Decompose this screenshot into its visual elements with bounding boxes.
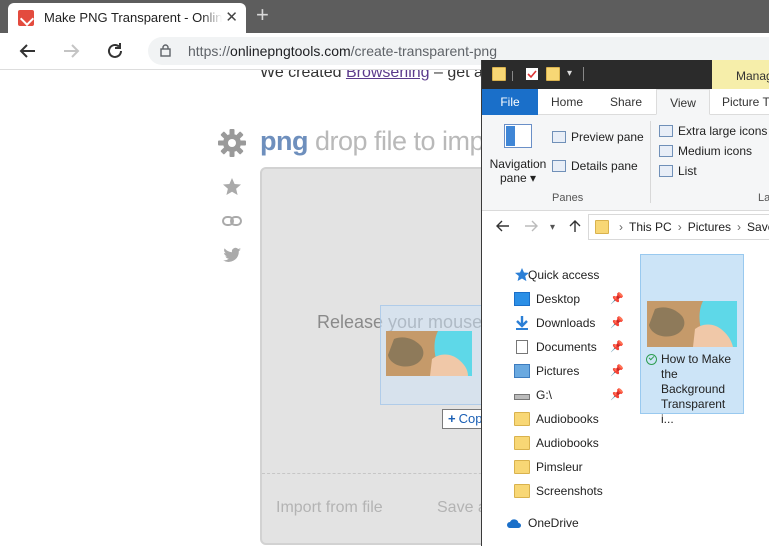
extra-large-icons-option[interactable]: Extra large icons (659, 124, 767, 138)
tree-item-onedrive[interactable]: OneDrive (500, 512, 624, 534)
layout-group-label: Layout (758, 192, 769, 204)
file-name-label: How to Make the Background Transparent i… (661, 352, 732, 426)
recent-locations-icon[interactable]: ▾ (550, 222, 555, 233)
tree-item-downloads[interactable]: Downloads 📌 (508, 312, 632, 334)
list-icon (659, 165, 673, 177)
pin-icon: 📌 (610, 293, 624, 305)
browser-tab[interactable]: Make PNG Transparent - Online PNG Tools … (8, 3, 246, 33)
tab-view[interactable]: View (656, 89, 710, 115)
folder-icon (514, 460, 530, 474)
panes-group-label: Panes (552, 192, 584, 204)
pin-icon: 📌 (610, 317, 624, 329)
cloud-icon (507, 519, 521, 528)
download-icon (516, 316, 528, 330)
lock-icon (160, 44, 171, 57)
desktop-icon (514, 292, 530, 306)
star-icon[interactable] (222, 177, 242, 197)
details-pane-button[interactable]: Details pane (552, 159, 638, 173)
tree-item-documents[interactable]: Documents 📌 (508, 336, 632, 358)
tab-share[interactable]: Share (602, 89, 650, 115)
forward-icon[interactable] (60, 40, 82, 62)
tab-title: Make PNG Transparent - Online PNG Tools (44, 10, 222, 25)
tab-picture-tools[interactable]: Picture Tools (722, 89, 769, 115)
folder-icon (514, 412, 530, 426)
browserling-link[interactable]: Browserling (346, 70, 430, 81)
drop-zone-divider (262, 473, 502, 474)
ribbon-tabs: File Home Share View Picture Tools (482, 89, 769, 115)
breadcrumb-pictures[interactable]: Pictures (688, 220, 731, 234)
details-pane-icon (552, 160, 566, 172)
document-icon (516, 340, 528, 354)
sync-status-icon (646, 354, 657, 365)
tree-item-desktop[interactable]: Desktop 📌 (508, 288, 632, 310)
customize-toolbar-icon[interactable]: ▾ (567, 68, 572, 79)
tree-item-audiobooks-2[interactable]: Audiobooks (508, 432, 632, 454)
tree-item-pictures[interactable]: Pictures 📌 (508, 360, 632, 382)
import-from-file-button[interactable]: Import from file (276, 499, 383, 517)
medium-icons-option[interactable]: Medium icons (659, 144, 752, 158)
navigation-tree: Quick access Desktop 📌 Downloads 📌 Docum… (482, 256, 630, 546)
preview-pane-button[interactable]: Preview pane (552, 130, 644, 144)
pin-icon: 📌 (610, 365, 624, 377)
url-text: https://onlinepngtools.com/create-transp… (188, 43, 497, 59)
breadcrumb-saved-pictures[interactable]: Saved Pictures (747, 220, 769, 234)
manage-context-tab[interactable]: Manage (712, 60, 769, 90)
list-option[interactable]: List (659, 164, 697, 178)
tree-item-quick-access[interactable]: Quick access (508, 264, 632, 286)
new-tab-button[interactable]: + (256, 4, 269, 26)
tree-item-g-drive[interactable]: G:\ 📌 (508, 384, 632, 406)
promo-text: We created Browserling – get a (260, 70, 483, 82)
navigation-pane-button[interactable]: Navigation pane ▾ (488, 157, 548, 185)
folder-icon (514, 484, 530, 498)
explorer-back-icon[interactable] (496, 219, 510, 237)
breadcrumb: ›This PC›Pictures›Saved Pictures (613, 220, 769, 234)
ribbon-separator (650, 121, 651, 203)
tree-item-screenshots[interactable]: Screenshots (508, 480, 632, 502)
reload-icon[interactable] (104, 40, 126, 62)
file-explorer-window: ▾ Manage File Home Share View Picture To… (481, 60, 769, 546)
dragged-thumbnail (386, 331, 472, 376)
favicon-icon (18, 10, 34, 26)
view-ribbon: Navigation pane ▾ Preview pane Details p… (482, 115, 769, 211)
new-folder-icon[interactable] (546, 67, 560, 81)
pin-icon: 📌 (610, 389, 624, 401)
explorer-forward-icon[interactable] (524, 219, 538, 237)
pin-icon: 📌 (610, 341, 624, 353)
tab-strip: Make PNG Transparent - Online PNG Tools … (0, 0, 769, 33)
explorer-address-bar[interactable]: ›This PC›Pictures›Saved Pictures (588, 214, 769, 240)
up-folder-icon[interactable] (568, 219, 582, 237)
tab-home[interactable]: Home (544, 89, 590, 115)
tree-item-pimsleur[interactable]: Pimsleur (508, 456, 632, 478)
tab-file[interactable]: File (482, 89, 538, 115)
file-thumbnail (647, 301, 737, 347)
path-folder-icon (595, 220, 609, 234)
drag-ghost-image (380, 305, 484, 405)
folder-icon (492, 67, 506, 81)
link-icon[interactable] (222, 211, 242, 231)
explorer-address-row: ▾ ›This PC›Pictures›Saved Pictures (482, 211, 769, 245)
back-icon[interactable] (17, 40, 39, 62)
breadcrumb-this-pc[interactable]: This PC (629, 220, 672, 234)
medium-icons-icon (659, 145, 673, 157)
titlebar-separator (512, 71, 513, 81)
close-tab-icon[interactable]: ✕ (225, 10, 238, 26)
navigation-pane-icon[interactable] (504, 124, 532, 148)
preview-pane-icon (552, 131, 566, 143)
file-item-selected[interactable]: How to Make the Background Transparent i… (640, 254, 744, 426)
twitter-icon[interactable] (222, 245, 242, 265)
properties-icon[interactable] (525, 67, 539, 81)
drive-icon (514, 394, 530, 400)
gear-icon[interactable] (217, 128, 247, 158)
qa-separator (583, 67, 584, 81)
extra-large-icons-icon (659, 125, 673, 137)
pictures-icon (514, 364, 530, 378)
folder-icon (514, 436, 530, 450)
explorer-titlebar: ▾ Manage (482, 60, 769, 90)
tree-item-audiobooks[interactable]: Audiobooks (508, 408, 632, 430)
page-headline: png drop file to import (260, 126, 515, 156)
